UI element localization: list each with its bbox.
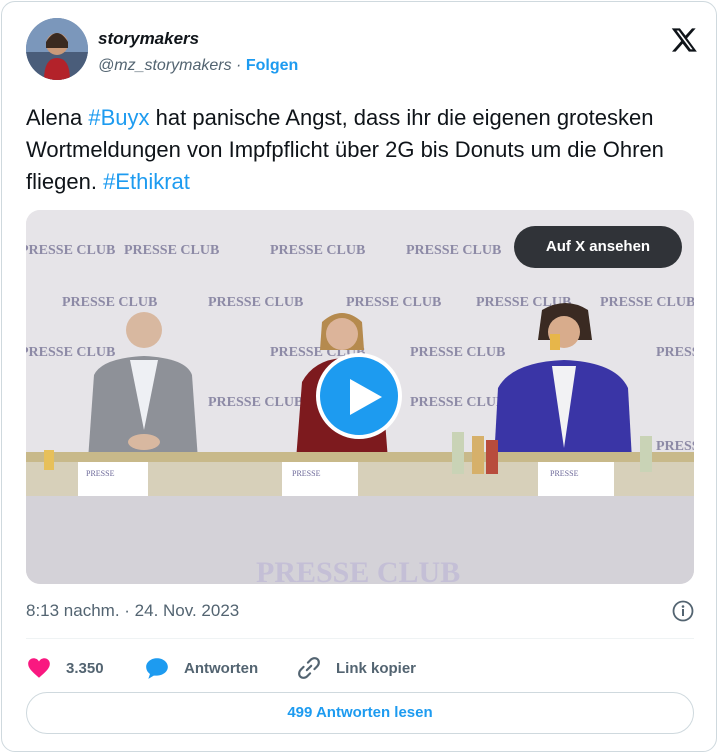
tweet-text-segment: Alena [26,105,89,130]
hashtag-link[interactable]: #Ethikrat [103,169,190,194]
like-button[interactable]: 3.350 [26,652,104,684]
backdrop-logo: PRESSE CLUB [346,295,441,310]
placard-label: PRESSE [292,469,321,478]
user-handle[interactable]: @mz_storymakers [98,57,232,74]
handle-separator: · [236,57,242,74]
backdrop-logo: PRESSE CLUB [656,439,694,454]
reply-label: Antworten [184,659,259,677]
backdrop-logo: PRESSE CLUB [410,345,505,360]
backdrop-logo: PRESSE CLUB [26,243,115,258]
play-button[interactable] [316,353,402,439]
video-thumbnail[interactable]: PRESSE CLUB PRESSE CLUB PRESSE CLUB PRES… [26,210,694,584]
copy-link-label: Link kopier [336,659,417,677]
backdrop-logo: PRESSE CLUB [26,345,115,360]
banner-text: PRESSE CLUB [256,556,460,584]
backdrop-logo: PRESSE CLUB [600,295,694,310]
watch-on-x-button[interactable]: Auf X ansehen [514,226,682,268]
hashtag-link[interactable]: #Buyx [88,105,149,130]
x-logo-icon[interactable] [670,26,698,54]
placard-label: PRESSE [550,469,579,478]
timestamp-link[interactable]: 8:13 nachm. · 24. Nov. 2023 [26,601,239,620]
reply-button[interactable]: Antworten [144,652,258,684]
tweet-meta: 8:13 nachm. · 24. Nov. 2023 [26,600,694,622]
backdrop-logo: PRESSE CLUB [270,243,365,258]
tweet-embed-card: storymakers @mz_storymakers · Folgen Ale… [1,1,717,752]
backdrop-logo: PRESSE CLUB [208,295,303,310]
follow-button[interactable]: Folgen [246,57,298,74]
play-icon [350,379,382,415]
backdrop-logo: PRESSE CLUB [656,345,694,360]
display-name[interactable]: storymakers [98,28,298,50]
reply-icon [146,658,168,679]
user-info: storymakers @mz_storymakers · Folgen [98,28,298,77]
tweet-text: Alena #Buyx hat panische Angst, dass ihr… [26,102,686,198]
backdrop-logo: PRESSE CLUB [410,395,505,410]
placard-label: PRESSE [86,469,115,478]
backdrop-logo: PRESSE CLUB [62,295,157,310]
link-icon [298,657,320,679]
heart-icon [28,658,50,678]
action-bar: 3.350 Antworten Link kopier [26,652,694,684]
copy-link-button[interactable]: Link kopier [296,652,416,684]
backdrop-logo: PRESSE CLUB [208,395,303,410]
divider [26,638,694,639]
tweet-header: storymakers @mz_storymakers · Folgen [26,18,698,84]
info-icon[interactable] [672,600,694,622]
handle-row: @mz_storymakers · Folgen [98,55,298,77]
like-count: 3.350 [66,659,104,677]
read-replies-button[interactable]: 499 Antworten lesen [26,692,694,734]
avatar[interactable] [26,18,88,80]
backdrop-logo: PRESSE CLUB [406,243,501,258]
backdrop-logo: PRESSE CLUB [124,243,219,258]
